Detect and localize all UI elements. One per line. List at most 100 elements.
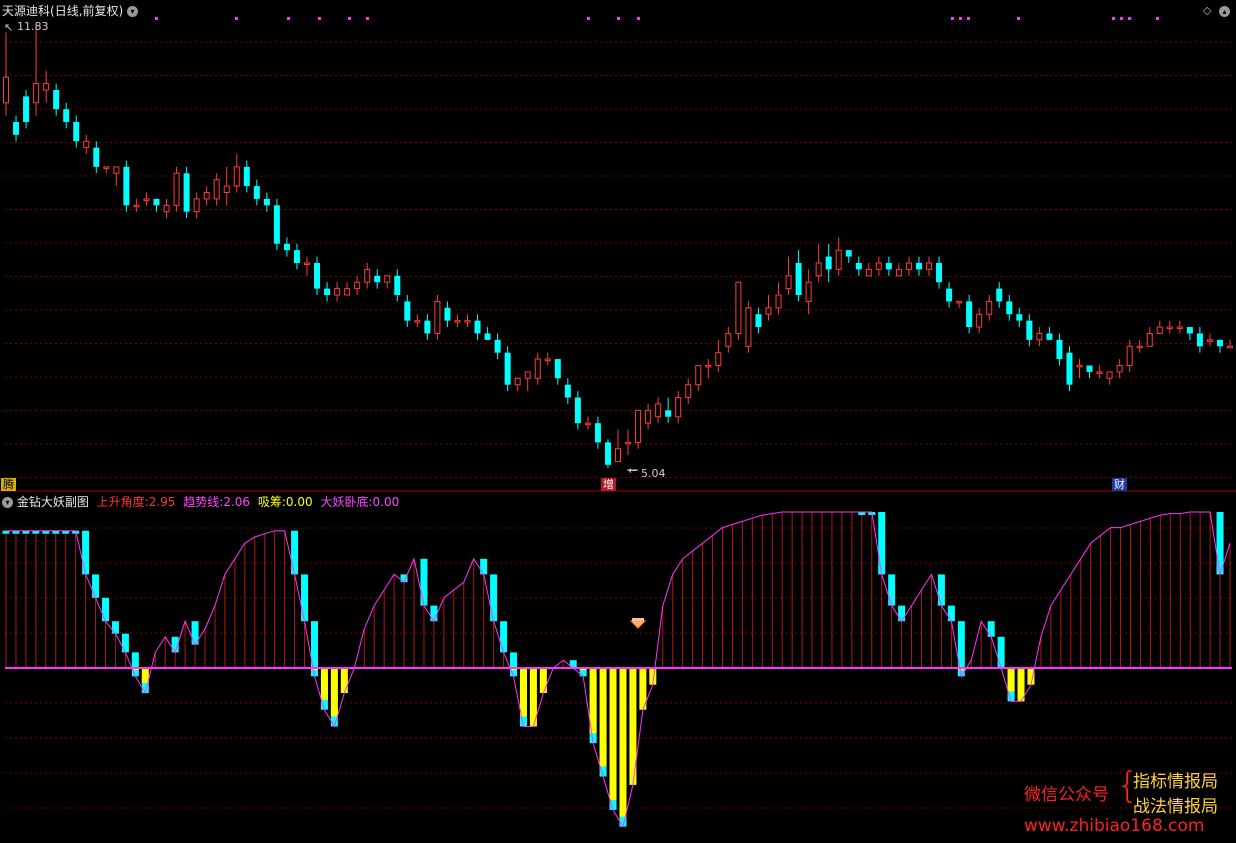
indicator-bar	[898, 605, 906, 622]
param-trend-value: 2.06	[223, 495, 251, 509]
candle-up	[735, 281, 742, 334]
candle-up	[705, 364, 712, 368]
candle-down	[1026, 320, 1033, 340]
indicator-bar	[480, 558, 488, 575]
absorb-bar	[599, 668, 607, 767]
high-price-label: 11.83	[17, 20, 49, 33]
candle-down	[604, 442, 611, 465]
param-absorb-value: 0.00	[285, 495, 313, 509]
indicator-bar	[937, 574, 945, 606]
indicator-bar	[102, 597, 110, 622]
candle-up	[1176, 326, 1183, 330]
candle-up	[213, 179, 220, 200]
candle-up	[454, 320, 461, 323]
chart-header: 天源迪科(日线,前复权) ▾	[2, 4, 139, 18]
candlestick-chart-area[interactable]: ← ↖	[0, 0, 1236, 843]
candle-up	[625, 441, 632, 445]
signal-dot	[348, 17, 351, 20]
price-gridlines	[5, 41, 1232, 478]
candle-up	[173, 172, 180, 206]
candle-up	[815, 262, 822, 277]
candle-down	[324, 288, 331, 296]
chevron-up-icon[interactable]: ▴	[1218, 5, 1230, 17]
signal-dots-row	[155, 17, 1159, 20]
low-price-label: 5.04	[641, 467, 666, 480]
absorb-bar	[619, 668, 627, 817]
candle-up	[1206, 339, 1213, 342]
candle-down	[845, 250, 852, 257]
candle-up	[655, 403, 662, 418]
candle-up	[976, 313, 983, 328]
candle-up	[364, 268, 371, 283]
candle-up	[83, 140, 90, 149]
candle-up	[303, 262, 310, 265]
window-controls: ◇ ▴	[1203, 4, 1230, 18]
signal-dot	[1128, 17, 1131, 20]
candle-down	[444, 307, 451, 321]
high-price-annotation: ↖	[4, 21, 13, 34]
candle-up	[113, 166, 120, 174]
absorb-bar	[141, 668, 149, 684]
indicator-bar	[301, 574, 309, 622]
candle-up	[645, 409, 652, 424]
candle-down	[314, 262, 321, 289]
indicator-bar	[92, 574, 100, 598]
candle-up	[203, 192, 210, 200]
candle-down	[1066, 352, 1073, 385]
stock-title: 天源迪科	[2, 4, 51, 18]
signal-dot	[959, 17, 962, 20]
candle-down	[404, 301, 411, 321]
candle-up	[875, 262, 882, 270]
absorb-bar	[330, 668, 338, 717]
collapse-icon[interactable]: ▾	[2, 497, 13, 508]
signal-dot	[637, 17, 640, 20]
event-marker-mid[interactable]: 增	[601, 478, 616, 491]
candle-up	[384, 275, 391, 283]
candle-down	[243, 166, 250, 187]
candle-up	[414, 320, 421, 323]
candle-up	[43, 83, 50, 91]
chevron-down-icon[interactable]: ▾	[127, 6, 139, 17]
indicator-header: ▾ 金钻大妖副图 上升角度:2.95 趋势线:2.06 吸筹:0.00 大妖卧底…	[2, 495, 399, 509]
candle-down	[936, 262, 943, 283]
signal-dot	[1156, 17, 1159, 20]
candle-down	[946, 288, 953, 302]
candle-up	[675, 397, 682, 418]
candle-up	[534, 358, 541, 379]
candle-down	[885, 262, 892, 270]
indicator-bar	[997, 636, 1005, 668]
candle-up	[895, 268, 902, 277]
candle-down	[996, 288, 1003, 302]
indicator-bar	[888, 574, 896, 606]
event-marker-left[interactable]: 腾	[1, 478, 16, 491]
candle-down	[1186, 327, 1193, 334]
candle-up	[1116, 364, 1123, 373]
candle-down	[1196, 333, 1203, 347]
candle-down	[153, 198, 160, 206]
event-marker-right[interactable]: 财	[1112, 478, 1127, 491]
candle-down	[1006, 301, 1013, 315]
diamond-toggle-icon[interactable]: ◇	[1203, 4, 1211, 17]
candle-up	[464, 320, 471, 323]
signal-dot	[1120, 17, 1123, 20]
candle-down	[293, 250, 300, 263]
candle-up	[926, 262, 933, 270]
candle-down	[795, 262, 802, 296]
candle-up	[1156, 326, 1163, 334]
candle-down	[504, 352, 511, 385]
candle-down	[755, 314, 762, 328]
candle-down	[253, 186, 260, 199]
candle-up	[514, 377, 521, 386]
candle-up	[745, 307, 752, 347]
candle-up	[33, 83, 40, 104]
candle-up	[725, 332, 732, 347]
absorb-bar	[539, 668, 547, 694]
indicator-bar	[947, 605, 955, 622]
candle-up	[805, 281, 812, 302]
signal-dot	[1112, 17, 1115, 20]
svg-text:↖: ↖	[4, 21, 13, 34]
candle-up	[775, 294, 782, 309]
candle-up	[615, 448, 621, 463]
candle-up	[1166, 326, 1173, 330]
candle-up	[163, 204, 170, 213]
